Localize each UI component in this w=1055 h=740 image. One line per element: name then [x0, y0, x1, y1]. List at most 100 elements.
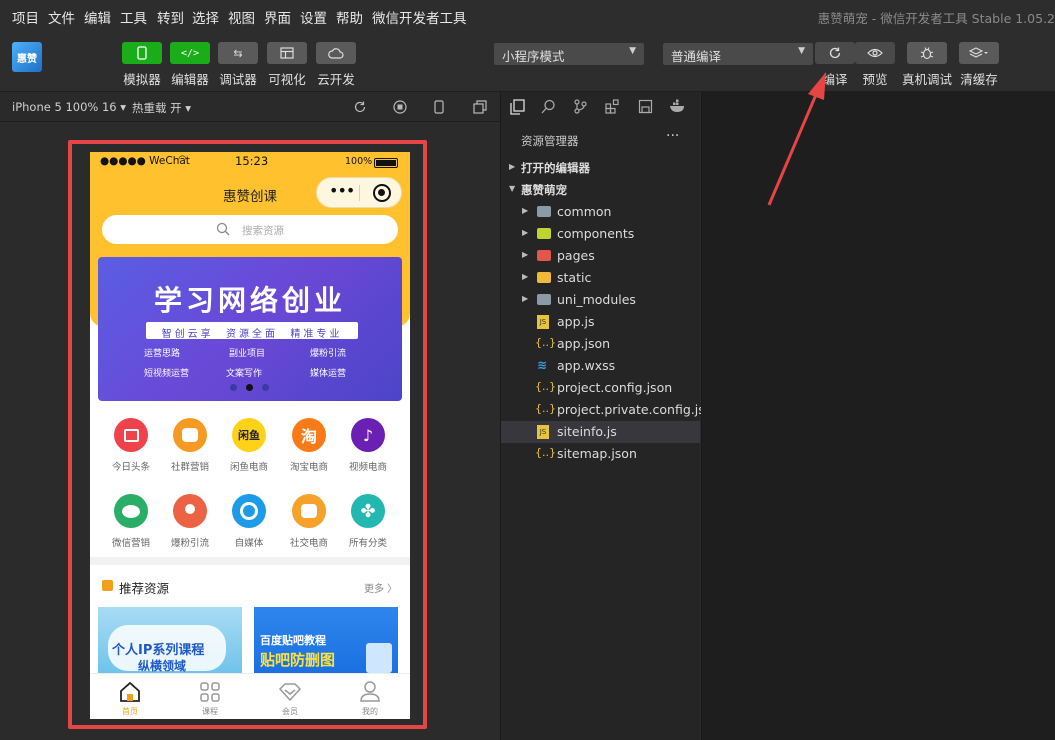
menu-wechat-devtools[interactable]: 微信开发者工具: [372, 7, 467, 27]
bug-icon: [920, 47, 934, 60]
cloud-dev-button[interactable]: [316, 42, 356, 64]
project-name: 惠赞萌宠: [521, 183, 567, 197]
toolbar: 惠赞 </> ⇆ 模拟器 编辑器 调试器 可视化 云开发 小程序模式 ▼ 普通编…: [0, 30, 1055, 92]
dropdown-arrow-icon: ▼: [629, 46, 636, 56]
open-editors-section[interactable]: ▶ 打开的编辑器: [501, 157, 700, 179]
rotate-icon[interactable]: [353, 100, 367, 114]
debugger-toggle-button[interactable]: ⇆: [218, 42, 258, 64]
visual-toggle-button[interactable]: [267, 42, 307, 64]
menu-help[interactable]: 帮助: [336, 7, 363, 27]
window-title: 惠赞萌宠 - 微信开发者工具 Stable 1.05.2: [817, 11, 1055, 26]
phone-icon[interactable]: [434, 100, 444, 114]
tree-folder-static[interactable]: ▶ static: [501, 267, 700, 289]
folder-icon: [537, 206, 551, 217]
menu-edit[interactable]: 编辑: [84, 7, 111, 27]
detach-window-icon[interactable]: [473, 100, 487, 114]
debug-icon: ⇆: [233, 46, 243, 60]
folder-icon: [537, 294, 551, 305]
preview-button[interactable]: [855, 42, 895, 64]
folder-name: pages: [557, 248, 595, 263]
tree-file-project-config[interactable]: {..} project.config.json: [501, 377, 700, 399]
chevron-right-icon: ▶: [522, 228, 529, 237]
tree-folder-pages[interactable]: ▶ pages: [501, 245, 700, 267]
chevron-right-icon: ▶: [522, 206, 529, 215]
tree-folder-uni-modules[interactable]: ▶ uni_modules: [501, 289, 700, 311]
mode-select[interactable]: 小程序模式 ▼: [494, 43, 644, 65]
device-select[interactable]: iPhone 5 100% 16 ▾: [12, 100, 126, 114]
json-file-icon: {..}: [535, 336, 556, 349]
menu-tools[interactable]: 工具: [120, 7, 147, 27]
tree-folder-components[interactable]: ▶ components: [501, 223, 700, 245]
folder-name: common: [557, 204, 612, 219]
hot-reload-value: 热重载 开: [132, 101, 182, 115]
editor-label[interactable]: 编辑器: [171, 69, 209, 88]
editor-toggle-button[interactable]: </>: [170, 42, 210, 64]
project-avatar[interactable]: 惠赞: [12, 42, 42, 72]
hot-reload-toggle[interactable]: 热重载 开 ▾: [132, 100, 191, 116]
chevron-right-icon: ▶: [509, 162, 516, 171]
clear-cache-button[interactable]: [959, 42, 999, 64]
menu-file[interactable]: 文件: [48, 7, 75, 27]
folder-name: static: [557, 270, 592, 285]
json-file-icon: {..}: [535, 446, 556, 459]
tree-file-app-json[interactable]: {..} app.json: [501, 333, 700, 355]
save-icon[interactable]: [638, 99, 653, 114]
menu-goto[interactable]: 转到: [157, 7, 184, 27]
menu-view[interactable]: 视图: [228, 7, 255, 27]
folder-name: uni_modules: [557, 292, 636, 307]
files-icon[interactable]: [510, 99, 525, 115]
compile-mode-select[interactable]: 普通编译 ▼: [663, 43, 813, 65]
tree-folder-common[interactable]: ▶ common: [501, 201, 700, 223]
explorer-more-button[interactable]: ···: [666, 128, 679, 144]
cloud-icon: [328, 47, 344, 59]
components-folder-icon: [537, 228, 551, 239]
device-select-value: iPhone 5 100% 16: [12, 100, 117, 114]
simulator-label[interactable]: 模拟器: [123, 69, 161, 88]
resource-explorer: 资源管理器 ··· ▶ 打开的编辑器 ▼ 惠赞萌宠 ▶ common ▶ com…: [501, 92, 717, 740]
menu-bar: 项目 文件 编辑 工具 转到 选择 视图 界面 设置 帮助 微信开发者工具 惠赞…: [0, 0, 1055, 30]
css-file-icon: ≋: [537, 358, 548, 372]
preview-label[interactable]: 预览: [862, 69, 887, 88]
project-root-section[interactable]: ▼ 惠赞萌宠: [501, 179, 700, 201]
static-folder-icon: [537, 272, 551, 283]
explorer-title: 资源管理器: [521, 134, 579, 148]
tree-file-project-private-config[interactable]: {..} project.private.config.js...: [501, 399, 717, 421]
cloud-dev-label[interactable]: 云开发: [317, 69, 355, 88]
chevron-down-icon: ▼: [509, 184, 516, 193]
remote-debug-button[interactable]: [907, 42, 947, 64]
layers-icon: [969, 47, 988, 58]
tree-file-app-js[interactable]: JS app.js: [501, 311, 700, 333]
tree-file-app-wxss[interactable]: ≋ app.wxss: [501, 355, 700, 377]
menu-interface[interactable]: 界面: [264, 7, 291, 27]
debugger-label[interactable]: 调试器: [219, 69, 257, 88]
section-label: 打开的编辑器: [521, 161, 590, 175]
extensions-icon[interactable]: [605, 99, 620, 114]
simulator-toolbar: iPhone 5 100% 16 ▾ 热重载 开 ▾: [0, 92, 500, 122]
chevron-right-icon: ▶: [522, 250, 529, 259]
phone-icon: [137, 46, 147, 60]
code-icon: </>: [180, 47, 200, 59]
menu-select[interactable]: 选择: [192, 7, 219, 27]
file-name: siteinfo.js: [557, 424, 617, 439]
tree-file-sitemap-json[interactable]: {..} sitemap.json: [501, 443, 700, 465]
dropdown-arrow-icon: ▼: [798, 46, 805, 56]
file-name: app.wxss: [557, 358, 616, 373]
simulator-toggle-button[interactable]: [122, 42, 162, 64]
compile-button[interactable]: [815, 42, 855, 64]
file-name: app.json: [557, 336, 611, 351]
search-icon[interactable]: [541, 99, 556, 114]
menu-settings[interactable]: 设置: [300, 7, 327, 27]
source-control-icon[interactable]: [573, 99, 588, 114]
editor-area[interactable]: [701, 92, 1055, 740]
visual-label[interactable]: 可视化: [268, 69, 306, 88]
docker-icon[interactable]: [669, 99, 687, 113]
mode-select-value: 小程序模式: [502, 49, 565, 64]
compile-label[interactable]: 编译: [822, 69, 847, 88]
tree-file-siteinfo-js[interactable]: JS siteinfo.js: [501, 421, 700, 443]
stop-icon[interactable]: [393, 100, 407, 114]
json-file-icon: {..}: [535, 402, 556, 415]
clear-cache-label[interactable]: 清缓存: [960, 69, 998, 88]
remote-debug-label[interactable]: 真机调试: [902, 69, 952, 88]
compile-select-value: 普通编译: [671, 49, 722, 64]
menu-project[interactable]: 项目: [12, 7, 39, 27]
